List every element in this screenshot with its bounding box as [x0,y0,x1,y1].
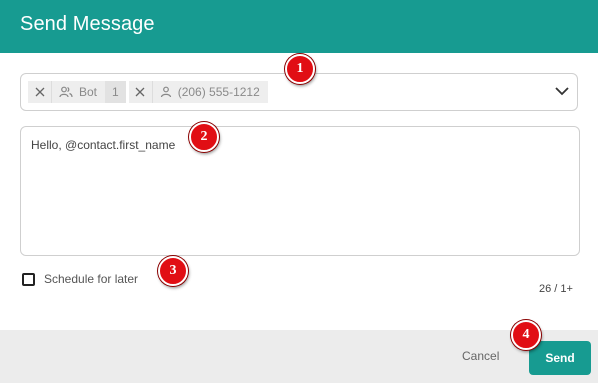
dialog-header: Send Message [0,0,598,53]
message-textarea[interactable]: Hello, @contact.first_name [20,126,580,256]
recipient-chip-phone: (206) 555-1212 [152,81,268,103]
chip-label: Bot [79,85,98,99]
close-icon [135,87,145,97]
dialog-title: Send Message [20,13,155,35]
annotation-marker-4: 4 [511,320,541,350]
chip-count-badge: 1 [105,81,126,103]
remove-chip-button[interactable] [28,81,52,103]
chevron-down-icon[interactable] [555,86,569,96]
character-counter: 26 / 1+ [539,283,573,295]
remove-chip-button[interactable] [128,81,153,103]
dialog-footer: Cancel Send [0,330,598,383]
close-icon [35,87,44,97]
schedule-checkbox[interactable] [22,272,35,286]
annotation-marker-1: 1 [285,54,315,84]
message-text: Hello, @contact.first_name [31,138,176,152]
person-icon [160,86,171,98]
recipient-chips: Bot 1 (206) 555-1212 [28,81,268,103]
schedule-option[interactable]: Schedule for later [22,272,138,286]
cancel-button[interactable]: Cancel [462,349,499,363]
annotation-marker-2: 2 [189,122,219,152]
annotation-marker-3: 3 [158,256,188,286]
send-button[interactable]: Send [529,341,591,375]
recipient-chip-bot: Bot [52,81,106,103]
group-icon [59,86,73,98]
chip-label: (206) 555-1212 [177,85,260,99]
schedule-label: Schedule for later [44,272,139,286]
